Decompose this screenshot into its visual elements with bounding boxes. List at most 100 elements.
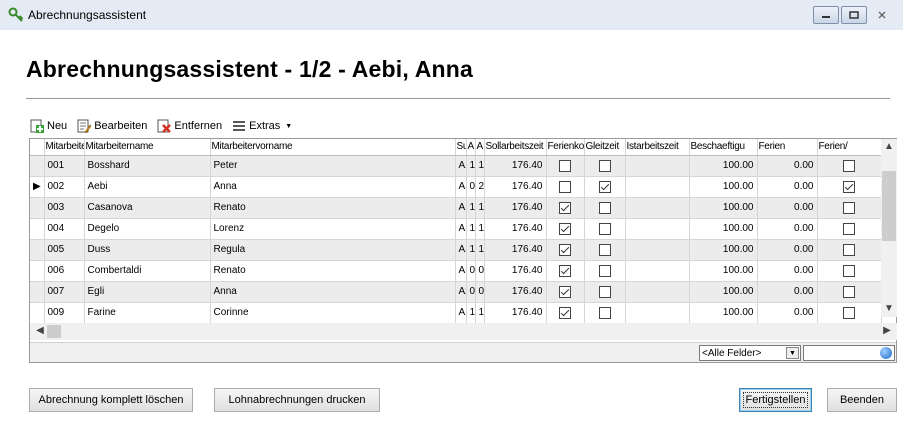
cell-gleitzeit[interactable] xyxy=(584,302,626,324)
cell-besch[interactable]: 100.00 xyxy=(689,176,758,198)
cell-ferien[interactable]: 0.00 xyxy=(757,260,818,282)
filter-value-input[interactable] xyxy=(803,345,895,361)
maximize-button[interactable] xyxy=(841,6,867,24)
checkbox-unchecked[interactable] xyxy=(598,285,611,298)
cell-nr[interactable]: 003 xyxy=(44,197,85,219)
row-selector[interactable] xyxy=(30,302,45,324)
cell-ist[interactable] xyxy=(625,281,690,303)
cell-ferien2[interactable] xyxy=(817,197,882,219)
vertical-scrollbar[interactable]: ▲ ▼ xyxy=(881,139,897,317)
checkbox-unchecked[interactable] xyxy=(598,306,611,319)
cell-besch[interactable]: 100.00 xyxy=(689,218,758,240)
cell-ferien[interactable]: 0.00 xyxy=(757,239,818,261)
extras-menu-button[interactable]: Extras ▼ xyxy=(232,119,292,133)
cell-ferien2[interactable] xyxy=(817,260,882,282)
cell-nr[interactable]: 001 xyxy=(44,155,85,177)
checkbox-unchecked[interactable] xyxy=(843,285,855,298)
cell-besch[interactable]: 100.00 xyxy=(689,197,758,219)
cell-a1[interactable]: 1 xyxy=(466,197,476,219)
cell-su[interactable]: A1 xyxy=(455,176,467,198)
cell-ferienko[interactable] xyxy=(546,302,585,324)
table-row[interactable]: 005DussRegulaA111176.40100.000.00 xyxy=(30,239,882,261)
cell-ferien[interactable]: 0.00 xyxy=(757,197,818,219)
horizontal-scroll-thumb[interactable] xyxy=(47,325,61,338)
cell-gleitzeit[interactable] xyxy=(584,239,626,261)
cell-soll[interactable]: 176.40 xyxy=(484,302,547,324)
checkbox-checked[interactable] xyxy=(559,306,571,319)
cell-su[interactable]: A1 xyxy=(455,302,467,324)
column-header[interactable]: Mitarbeitern xyxy=(44,139,85,156)
vertical-scroll-thumb[interactable] xyxy=(882,171,896,241)
cell-besch[interactable]: 100.00 xyxy=(689,239,758,261)
filter-field-select[interactable]: <Alle Felder> ▼ xyxy=(699,345,801,361)
checkbox-unchecked[interactable] xyxy=(559,180,571,193)
cell-ferien[interactable]: 0.00 xyxy=(757,302,818,324)
cell-besch[interactable]: 100.00 xyxy=(689,155,758,177)
checkbox-checked[interactable] xyxy=(559,264,571,277)
column-header[interactable]: Beschaeftigu xyxy=(689,139,758,156)
cell-gleitzeit[interactable] xyxy=(584,281,626,303)
table-row[interactable]: 001BosshardPeterA111176.40100.000.00 xyxy=(30,155,882,177)
cell-vorname[interactable]: Renato xyxy=(210,260,456,282)
cell-su[interactable]: A1 xyxy=(455,239,467,261)
checkbox-unchecked[interactable] xyxy=(843,243,855,256)
cell-ist[interactable] xyxy=(625,239,690,261)
cell-vorname[interactable]: Anna xyxy=(210,281,456,303)
checkbox-checked[interactable] xyxy=(598,180,611,193)
checkbox-checked[interactable] xyxy=(559,285,571,298)
row-selector[interactable]: ▶ xyxy=(30,176,45,198)
column-header[interactable]: Su xyxy=(455,139,467,156)
table-row[interactable]: 006CombertaldiRenatoA100176.40100.000.00 xyxy=(30,260,882,282)
dropdown-arrow-icon[interactable]: ▼ xyxy=(786,347,799,359)
cell-ist[interactable] xyxy=(625,155,690,177)
scroll-left-icon[interactable]: ◀ xyxy=(32,325,48,336)
new-button[interactable]: Neu xyxy=(30,119,67,133)
row-selector[interactable] xyxy=(30,218,45,240)
cell-a2[interactable]: 0 xyxy=(475,281,485,303)
finish-button[interactable]: Fertigstellen xyxy=(739,388,812,412)
cell-soll[interactable]: 176.40 xyxy=(484,176,547,198)
cell-su[interactable]: A1 xyxy=(455,218,467,240)
cell-vorname[interactable]: Lorenz xyxy=(210,218,456,240)
cell-a1[interactable]: 1 xyxy=(466,218,476,240)
checkbox-unchecked[interactable] xyxy=(843,159,855,172)
cell-a2[interactable]: 1 xyxy=(475,239,485,261)
column-header[interactable]: A xyxy=(466,139,476,156)
cell-a2[interactable]: 1 xyxy=(475,155,485,177)
cell-vorname[interactable]: Anna xyxy=(210,176,456,198)
cell-soll[interactable]: 176.40 xyxy=(484,197,547,219)
column-header[interactable]: Ferien xyxy=(757,139,818,156)
column-header[interactable]: Ferien/ xyxy=(817,139,882,156)
horizontal-scrollbar[interactable]: ◀ ▶ xyxy=(30,323,897,340)
cell-nr[interactable]: 004 xyxy=(44,218,85,240)
cell-name[interactable]: Bosshard xyxy=(84,155,211,177)
cell-vorname[interactable]: Corinne xyxy=(210,302,456,324)
column-header[interactable]: Gleitzeit xyxy=(584,139,626,156)
row-selector[interactable] xyxy=(30,260,45,282)
checkbox-checked[interactable] xyxy=(843,180,855,193)
cell-gleitzeit[interactable] xyxy=(584,155,626,177)
cell-soll[interactable]: 176.40 xyxy=(484,281,547,303)
cell-soll[interactable]: 176.40 xyxy=(484,239,547,261)
cell-ferien2[interactable] xyxy=(817,218,882,240)
cell-soll[interactable]: 176.40 xyxy=(484,155,547,177)
column-header[interactable]: Sollarbeitszeit xyxy=(484,139,547,156)
delete-all-button[interactable]: Abrechnung komplett löschen xyxy=(29,388,193,412)
globe-icon[interactable] xyxy=(880,347,892,359)
cell-ist[interactable] xyxy=(625,260,690,282)
row-selector[interactable] xyxy=(30,197,45,219)
cell-a2[interactable]: 1 xyxy=(475,218,485,240)
cell-name[interactable]: Aebi xyxy=(84,176,211,198)
cell-ferienko[interactable] xyxy=(546,155,585,177)
cell-a2[interactable]: 2 xyxy=(475,176,485,198)
cell-a1[interactable]: 1 xyxy=(466,302,476,324)
cell-ferien2[interactable] xyxy=(817,302,882,324)
cell-nr[interactable]: 005 xyxy=(44,239,85,261)
column-header[interactable]: Mitarbeitername xyxy=(84,139,211,156)
checkbox-unchecked[interactable] xyxy=(843,201,855,214)
cell-ferien[interactable]: 0.00 xyxy=(757,176,818,198)
print-payslips-button[interactable]: Lohnabrechnungen drucken xyxy=(214,388,380,412)
cell-ferien2[interactable] xyxy=(817,239,882,261)
cell-ist[interactable] xyxy=(625,176,690,198)
cell-ferienko[interactable] xyxy=(546,281,585,303)
